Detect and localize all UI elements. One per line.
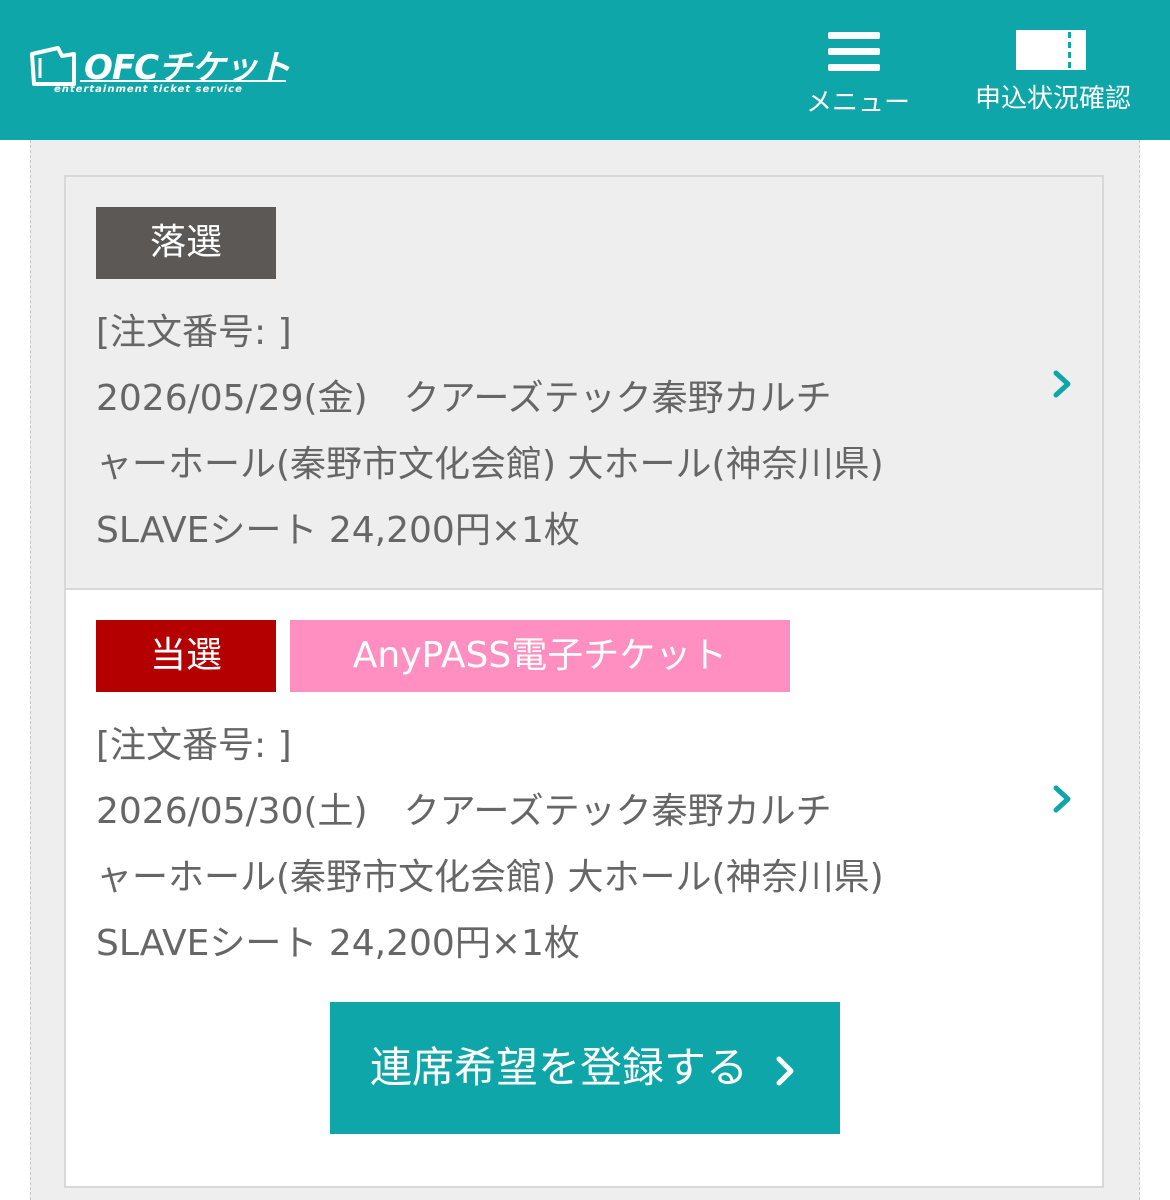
application-status-button[interactable]: 申込状況確認 (958, 28, 1148, 118)
hamburger-icon-bar (828, 48, 880, 55)
hamburger-icon (828, 32, 880, 39)
ticket-icon (1016, 30, 1086, 70)
logo-subtext: entertainment ticket service (54, 84, 243, 95)
chevron-right-icon (1053, 370, 1071, 398)
application-status-label: 申込状況確認 (974, 84, 1131, 114)
chevron-right-icon (1053, 785, 1071, 813)
hamburger-icon-bar (828, 64, 880, 71)
ticket-type-badge: AnyPASS電子チケット (290, 620, 790, 692)
ticket-logo-icon (30, 46, 76, 86)
order-card-lost[interactable]: 落選 [注文番号: ] 2026/05/29(金) クアーズテック秦野カルチ ャ… (64, 175, 1104, 590)
order-seat-price: SLAVEシート 24,200円×1枚 (96, 510, 580, 551)
app-header: OFCチケット entertainment ticket service メニュ… (0, 0, 1170, 140)
chevron-right-icon (776, 1056, 794, 1085)
order-seat-price: SLAVEシート 24,200円×1枚 (96, 923, 580, 964)
register-adjacent-seat-button[interactable]: 連席希望を登録する (330, 1002, 840, 1134)
result-badge-lost: 落選 (96, 207, 276, 279)
order-number: [注文番号: ] (96, 725, 292, 766)
ofc-ticket-logo[interactable]: OFCチケット entertainment ticket service (28, 36, 291, 102)
order-number: [注文番号: ] (96, 312, 292, 353)
order-venue-cont: ャーホール(秦野市文化会館) 大ホール(神奈川県) (96, 444, 884, 485)
order-date-venue: 2026/05/30(土) クアーズテック秦野カルチ (96, 791, 832, 832)
order-venue-cont: ャーホール(秦野市文化会館) 大ホール(神奈川県) (96, 857, 884, 898)
register-adjacent-seat-label: 連席希望を登録する (369, 1043, 748, 1092)
logo-underline (80, 80, 286, 82)
order-date-venue: 2026/05/29(金) クアーズテック秦野カルチ (96, 378, 832, 419)
order-card-won[interactable]: 当選 AnyPASS電子チケット [注文番号: ] 2026/05/30(土) … (64, 588, 1104, 1188)
result-badge-won: 当選 (96, 620, 276, 692)
menu-button[interactable]: メニュー (806, 28, 911, 118)
menu-label: メニュー (806, 88, 911, 118)
ticket-perforation (1068, 32, 1071, 68)
